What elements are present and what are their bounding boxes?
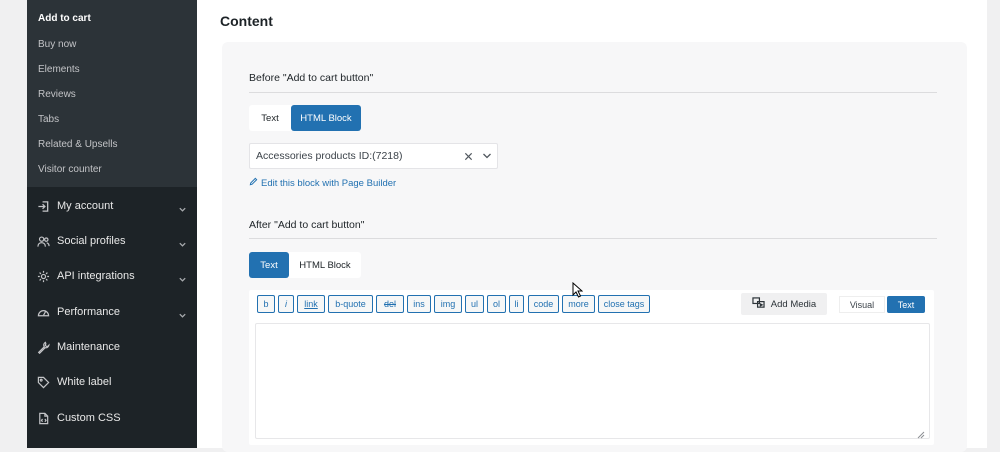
- mouse-cursor-icon: [572, 281, 584, 303]
- chevron-down-icon: [178, 307, 187, 325]
- sidebar-item-maintenance[interactable]: Maintenance: [27, 332, 197, 362]
- gauge-icon: [37, 306, 55, 319]
- tab-html-block[interactable]: HTML Block: [291, 105, 361, 131]
- before-content-type-tabs: Text HTML Block: [249, 105, 361, 131]
- submenu-item-buy-now[interactable]: Buy now: [38, 39, 76, 50]
- tab-html-block[interactable]: HTML Block: [289, 252, 361, 278]
- gear-icon: [37, 270, 55, 283]
- sidebar-item-label: Maintenance: [57, 341, 120, 353]
- editor-button-link[interactable]: link: [297, 295, 325, 313]
- tag-icon: [37, 376, 55, 389]
- sidebar-item-performance[interactable]: Performance: [27, 297, 197, 327]
- divider: [249, 92, 937, 93]
- submenu-item-visitor-counter[interactable]: Visitor counter: [38, 164, 102, 175]
- editor-button-ol[interactable]: ol: [487, 295, 506, 313]
- editor-button-code[interactable]: code: [528, 295, 559, 313]
- add-media-label: Add Media: [770, 298, 817, 310]
- sidebar-item-label: My account: [57, 200, 114, 212]
- submenu-item-reviews[interactable]: Reviews: [38, 89, 76, 100]
- divider: [249, 238, 937, 239]
- submenu-item-add-to-cart[interactable]: Add to cart: [38, 13, 91, 24]
- submenu-item-related-upsells[interactable]: Related & Upsells: [38, 139, 117, 150]
- resize-handle-icon[interactable]: [917, 426, 925, 444]
- chevron-down-icon: [178, 236, 187, 254]
- html-block-select[interactable]: Accessories products ID:(7218): [249, 143, 498, 169]
- edit-with-page-builder-link[interactable]: Edit this block with Page Builder: [249, 177, 396, 189]
- chevron-down-icon[interactable]: [477, 151, 497, 161]
- media-icon: [752, 296, 765, 312]
- add-media-button[interactable]: Add Media: [741, 293, 827, 315]
- sign-in-icon: [37, 200, 55, 213]
- after-content-type-tabs: Text HTML Block: [249, 252, 361, 278]
- wrench-icon: [37, 341, 55, 354]
- editor-mode-visual[interactable]: Visual: [839, 296, 885, 313]
- sidebar-item-api-integrations[interactable]: API integrations: [27, 261, 197, 291]
- chevron-down-icon: [178, 271, 187, 289]
- sidebar-item-label: Performance: [57, 306, 120, 318]
- users-icon: [37, 235, 55, 248]
- editor-button-del[interactable]: del: [376, 295, 404, 313]
- clear-icon[interactable]: [459, 152, 477, 161]
- sidebar-item-label: Custom CSS: [57, 412, 121, 424]
- code-editor: b i link b-quote del ins img ul ol li co…: [249, 290, 934, 445]
- editor-textarea[interactable]: [255, 323, 930, 439]
- pencil-icon: [249, 177, 258, 189]
- chevron-down-icon: [178, 201, 187, 219]
- select-value: Accessories products ID:(7218): [256, 150, 403, 162]
- submenu: Add to cart Buy now Elements Reviews Tab…: [27, 0, 197, 187]
- editor-button-bold[interactable]: b: [257, 295, 275, 313]
- sidebar-item-white-label[interactable]: White label: [27, 367, 197, 397]
- file-code-icon: [37, 412, 55, 425]
- submenu-item-elements[interactable]: Elements: [38, 64, 80, 75]
- sidebar-item-custom-css[interactable]: Custom CSS: [27, 403, 197, 433]
- sidebar-item-my-account[interactable]: My account: [27, 191, 197, 221]
- admin-sidebar: Add to cart Buy now Elements Reviews Tab…: [27, 0, 197, 448]
- sidebar-item-label: Social profiles: [57, 235, 126, 247]
- tab-text[interactable]: Text: [249, 252, 289, 278]
- edit-link-label: Edit this block with Page Builder: [261, 177, 397, 189]
- before-section-label: Before "Add to cart button": [249, 72, 374, 84]
- editor-mode-text[interactable]: Text: [887, 296, 925, 313]
- editor-button-ins[interactable]: ins: [407, 295, 431, 313]
- editor-button-li[interactable]: li: [509, 295, 524, 313]
- page-title: Content: [220, 13, 273, 29]
- submenu-item-tabs[interactable]: Tabs: [38, 114, 59, 125]
- editor-button-img[interactable]: img: [434, 295, 462, 313]
- editor-button-b-quote[interactable]: b-quote: [328, 295, 373, 313]
- editor-button-ul[interactable]: ul: [465, 295, 484, 313]
- content-area: Content Before "Add to cart button" Text…: [197, 0, 987, 452]
- after-section-label: After "Add to cart button": [249, 219, 365, 231]
- editor-button-close-tags[interactable]: close tags: [598, 295, 650, 313]
- scrollbar-track: [987, 0, 1000, 448]
- sidebar-item-label: White label: [57, 376, 112, 388]
- tab-text[interactable]: Text: [249, 105, 291, 131]
- sidebar-item-label: API integrations: [57, 270, 135, 282]
- sidebar-item-social-profiles[interactable]: Social profiles: [27, 226, 197, 256]
- editor-button-italic[interactable]: i: [278, 295, 294, 313]
